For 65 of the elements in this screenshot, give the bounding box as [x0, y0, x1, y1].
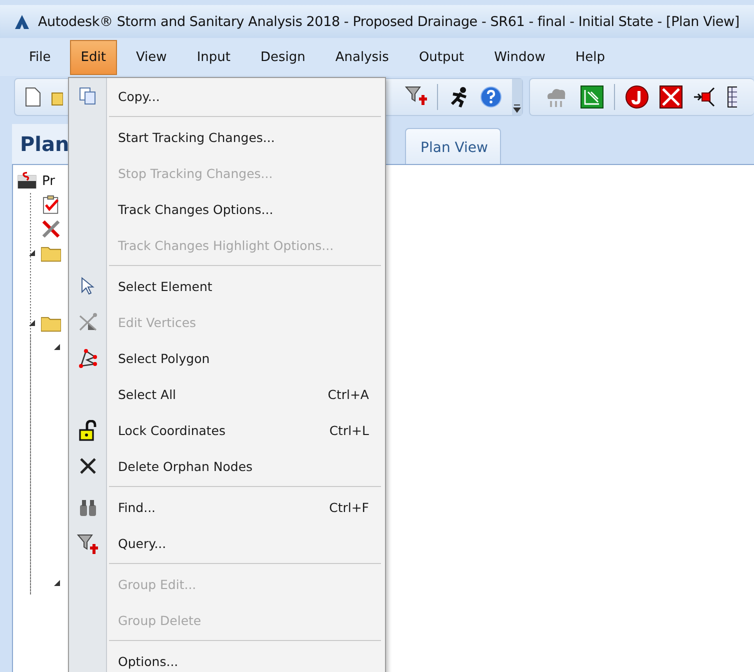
- menu-item[interactable]: Help: [564, 40, 616, 74]
- menu-item-label: Start Tracking Changes...: [117, 130, 276, 144]
- close-icon: [78, 456, 98, 476]
- polygon-icon: [78, 348, 98, 368]
- checklist-icon: [41, 195, 61, 215]
- menu-item-label: Lock Coordinates: [117, 422, 227, 438]
- menu-item[interactable]: Query...: [69, 525, 385, 561]
- menu-item[interactable]: Copy...: [69, 78, 385, 114]
- menu-item-label: Group Delete: [117, 612, 202, 628]
- menu-item[interactable]: Analysis: [324, 40, 400, 74]
- node-arrows-icon[interactable]: [693, 85, 717, 109]
- copy-icon: [78, 86, 98, 106]
- menu-item-label: Delete Orphan Nodes: [117, 458, 254, 474]
- help-icon[interactable]: [480, 86, 502, 108]
- menu-item[interactable]: Output: [408, 40, 476, 74]
- menu-item[interactable]: Select Element: [69, 268, 385, 304]
- menu-item[interactable]: Design: [249, 40, 316, 74]
- menu-item-label: Group Edit...: [117, 576, 198, 592]
- menu-item[interactable]: Options...: [69, 643, 385, 672]
- vertices-icon: [78, 312, 98, 332]
- menu-item-label: Find...: [117, 500, 157, 514]
- menu-item[interactable]: File: [18, 40, 62, 74]
- menu-item[interactable]: Select All Ctrl+A: [69, 376, 385, 412]
- junction-icon[interactable]: [625, 85, 649, 109]
- filter-add-icon: [76, 532, 98, 554]
- menu-item[interactable]: Edit: [70, 40, 117, 74]
- menu-item[interactable]: Delete Orphan Nodes: [69, 448, 385, 484]
- menu-item[interactable]: Lock Coordinates Ctrl+L: [69, 412, 385, 448]
- menu-item-label: Copy...: [117, 88, 161, 104]
- menu-item[interactable]: Select Polygon: [69, 340, 385, 376]
- menu-item-label: Options...: [117, 654, 180, 668]
- menu-item-label: Select Element: [117, 278, 214, 294]
- panel-title: Plan: [19, 132, 68, 156]
- collapse-arrow-icon[interactable]: [53, 343, 61, 351]
- menu-item-label: Query...: [117, 536, 168, 550]
- menu-item[interactable]: Input: [186, 40, 242, 74]
- shortcut-label: Ctrl+L: [329, 422, 370, 438]
- window-title: Autodesk® Storm and Sanitary Analysis 2018 - Proposed Drainage - SR61 - final - Initial State - [Plan View]: [38, 14, 740, 30]
- app-logo-icon: [14, 14, 30, 30]
- menu-item[interactable]: View: [124, 40, 178, 74]
- menu-item[interactable]: Find... Ctrl+F: [69, 489, 385, 525]
- toolbar-overflow-icon[interactable]: [512, 79, 522, 115]
- menu-item-label: Track Changes Highlight Options...: [117, 238, 335, 252]
- tools-icon: [41, 219, 61, 239]
- collapse-arrow-icon[interactable]: [28, 319, 36, 327]
- new-document-icon[interactable]: [25, 87, 41, 107]
- tree-item-label[interactable]: Pr: [39, 174, 55, 188]
- menu-item[interactable]: Track Changes Options...: [69, 191, 385, 227]
- collapse-arrow-icon[interactable]: [28, 249, 36, 257]
- padlock-icon: [78, 420, 98, 440]
- shortcut-label: Ctrl+A: [328, 386, 370, 402]
- menu-item[interactable]: Window: [483, 40, 556, 74]
- collapse-arrow-icon[interactable]: [53, 579, 61, 587]
- delete-icon[interactable]: [659, 85, 683, 109]
- grid-table-icon[interactable]: [727, 85, 737, 109]
- shortcut-label: Ctrl+F: [329, 500, 370, 514]
- menu-item[interactable]: Start Tracking Changes...: [69, 119, 385, 155]
- menu-item-label: Select Polygon: [117, 350, 211, 366]
- menu-item-label: Select All: [117, 386, 178, 402]
- menu-item-label: Edit Vertices: [117, 314, 198, 330]
- project-icon: [17, 171, 37, 191]
- menu-item-label: Track Changes Options...: [117, 202, 274, 216]
- tab[interactable]: Plan View: [405, 128, 501, 164]
- chart-export-icon[interactable]: [580, 85, 604, 109]
- menu-item-label: Stop Tracking Changes...: [117, 166, 274, 180]
